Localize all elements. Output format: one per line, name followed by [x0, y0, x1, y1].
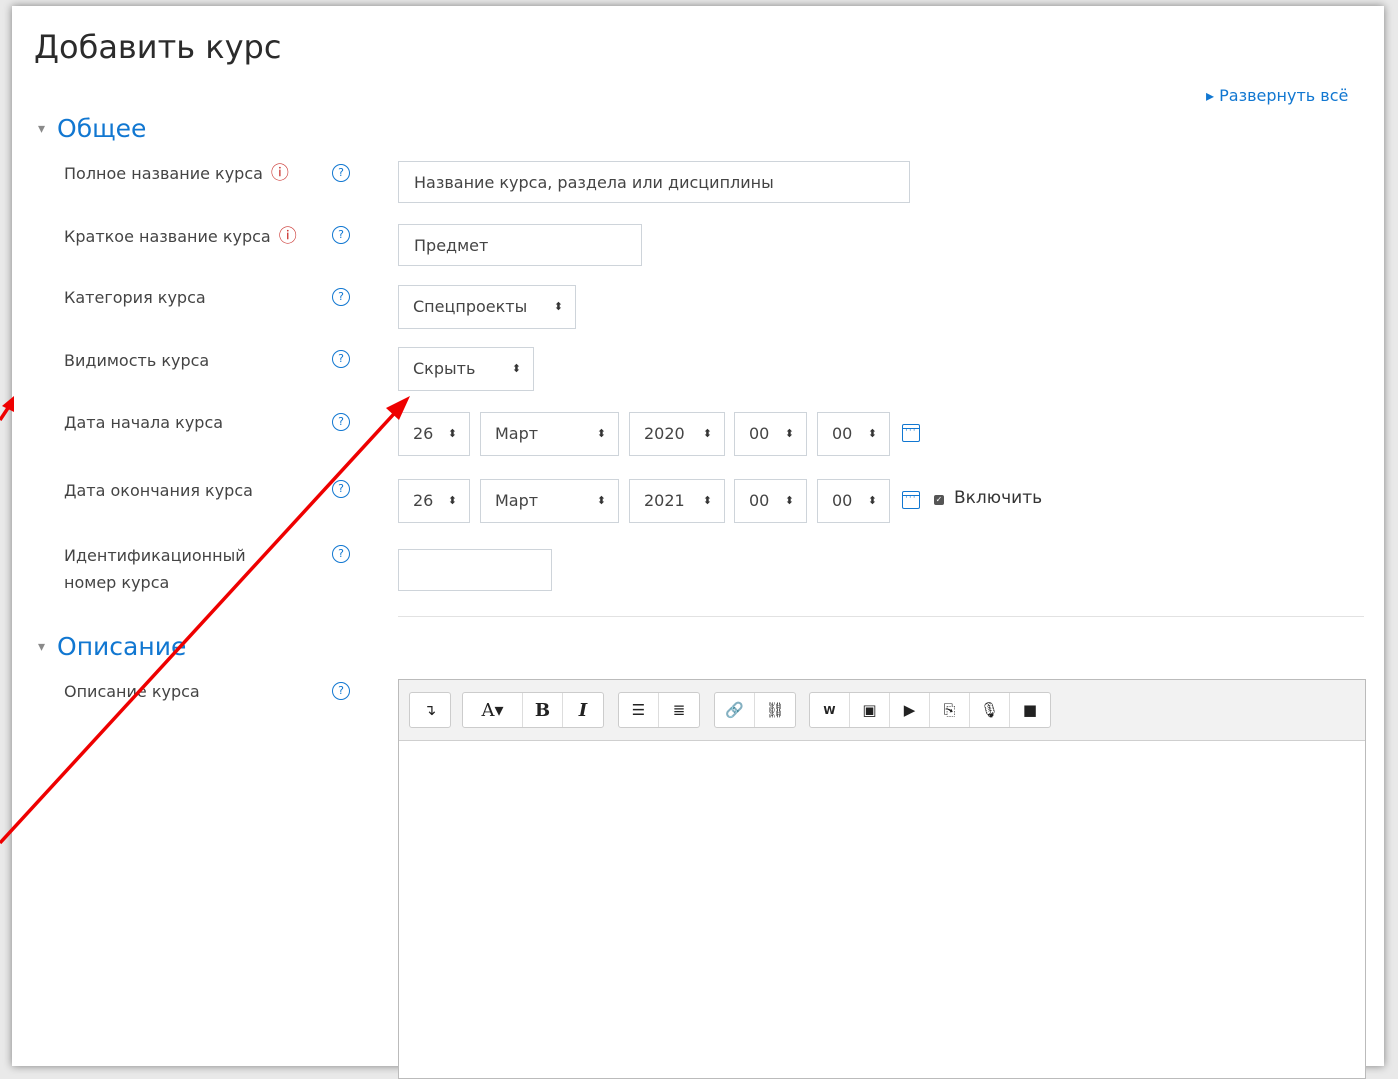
- enddate-hour-value: 00: [749, 491, 770, 510]
- section-description-title: Описание: [57, 632, 187, 661]
- help-icon[interactable]: ?: [332, 480, 350, 498]
- idnumber-label-line2: номер курса: [64, 573, 170, 592]
- enddate-enable-checkbox[interactable]: ✓: [934, 495, 944, 505]
- font-style-button[interactable]: A▾: [463, 693, 523, 727]
- record-audio-icon[interactable]: 🎙: [970, 693, 1010, 727]
- bold-button[interactable]: B: [523, 693, 563, 727]
- startdate-label: Дата начала курса: [64, 413, 224, 432]
- fullname-label-text: Полное название курса: [64, 164, 263, 183]
- startdate-year-value: 2020: [644, 424, 685, 443]
- startdate-month-value: Март: [495, 424, 539, 443]
- category-select-value: Спецпроекты: [413, 297, 528, 316]
- help-icon[interactable]: ?: [332, 350, 350, 368]
- fullname-label: Полное название курса ⓘ: [64, 160, 289, 187]
- startdate-year-select[interactable]: 2020 ⬍: [629, 412, 725, 456]
- startdate-minute-value: 00: [832, 424, 853, 443]
- startdate-minute-select[interactable]: 00 ⬍: [817, 412, 890, 456]
- enddate-minute-value: 00: [832, 491, 853, 510]
- section-description-header[interactable]: ▾ Описание: [38, 632, 186, 661]
- collapse-toolbar-button[interactable]: ↴: [410, 693, 450, 727]
- section-general-header[interactable]: ▾ Общее: [38, 114, 146, 143]
- enddate-day-value: 26: [413, 491, 434, 510]
- select-arrow-icon: ⬍: [784, 494, 794, 507]
- help-icon[interactable]: ?: [332, 682, 350, 700]
- calendar-icon[interactable]: [902, 424, 920, 442]
- section-general-title: Общее: [57, 114, 147, 143]
- category-select[interactable]: Спецпроекты ⬍: [398, 285, 576, 329]
- unlink-button[interactable]: ⛓: [755, 693, 795, 727]
- image-icon[interactable]: ▣: [850, 693, 890, 727]
- select-arrow-icon: ⬍: [596, 494, 606, 507]
- help-icon[interactable]: ?: [332, 164, 350, 182]
- enddate-year-value: 2021: [644, 491, 685, 510]
- help-icon[interactable]: ?: [332, 545, 350, 563]
- select-arrow-icon: ⬍: [447, 494, 457, 507]
- shortname-input[interactable]: Предмет: [398, 224, 642, 266]
- select-arrow-icon: ⬍: [511, 362, 521, 375]
- startdate-hour-value: 00: [749, 424, 770, 443]
- select-arrow-icon: ⬍: [867, 427, 877, 440]
- shortname-label: Краткое название курса ⓘ: [64, 223, 297, 250]
- shortname-label-text: Краткое название курса: [64, 227, 271, 246]
- summary-label: Описание курса: [64, 682, 200, 701]
- enddate-hour-select[interactable]: 00 ⬍: [734, 479, 807, 523]
- visibility-select-value: Скрыть: [413, 359, 476, 378]
- enddate-label: Дата окончания курса: [64, 481, 253, 500]
- word-paste-icon[interactable]: W: [810, 693, 850, 727]
- enddate-year-select[interactable]: 2021 ⬍: [629, 479, 725, 523]
- select-arrow-icon: ⬍: [702, 427, 712, 440]
- select-arrow-icon: ⬍: [702, 494, 712, 507]
- startdate-month-select[interactable]: Март ⬍: [480, 412, 619, 456]
- startdate-day-select[interactable]: 26 ⬍: [398, 412, 470, 456]
- enddate-day-select[interactable]: 26 ⬍: [398, 479, 470, 523]
- category-label: Категория курса: [64, 288, 206, 307]
- help-icon[interactable]: ?: [332, 413, 350, 431]
- help-icon[interactable]: ?: [332, 226, 350, 244]
- enddate-month-value: Март: [495, 491, 539, 510]
- manage-files-icon[interactable]: ⎘: [930, 693, 970, 727]
- expand-all-link[interactable]: ▸ Развернуть всё: [1206, 86, 1348, 105]
- toolbar-group-links: 🔗 ⛓: [714, 692, 796, 728]
- required-icon: ⓘ: [270, 163, 289, 184]
- idnumber-input[interactable]: [398, 549, 552, 591]
- enddate-enable-label: Включить: [954, 488, 1043, 508]
- ordered-list-button[interactable]: ≣: [659, 693, 699, 727]
- unordered-list-button[interactable]: ☰: [619, 693, 659, 727]
- visibility-select[interactable]: Скрыть ⬍: [398, 347, 534, 391]
- page-title: Добавить курс: [34, 28, 282, 66]
- toolbar-group-collapse: ↴: [409, 692, 451, 728]
- course-form-panel: Добавить курс ▸ Развернуть всё ▾ Общее По…: [12, 6, 1384, 1079]
- enddate-minute-select[interactable]: 00 ⬍: [817, 479, 890, 523]
- visibility-label: Видимость курса: [64, 351, 210, 370]
- toolbar-group-lists: ☰ ≣: [618, 692, 700, 728]
- select-arrow-icon: ⬍: [553, 300, 563, 313]
- link-button[interactable]: 🔗: [715, 693, 755, 727]
- select-arrow-icon: ⬍: [596, 427, 606, 440]
- media-icon[interactable]: ▶: [890, 693, 930, 727]
- startdate-day-value: 26: [413, 424, 434, 443]
- annotation-arrow-short: [0, 404, 12, 421]
- select-arrow-icon: ⬍: [784, 427, 794, 440]
- collapse-toggle-icon: ▾: [38, 121, 46, 137]
- help-icon[interactable]: ?: [332, 288, 350, 306]
- required-icon: ⓘ: [278, 226, 297, 247]
- enddate-month-select[interactable]: Март ⬍: [480, 479, 619, 523]
- editor-toolbar: ↴ A▾ B I ☰ ≣ 🔗 ⛓ W ▣ ▶ ⎘ 🎙 ■: [399, 680, 1365, 741]
- collapse-toggle-icon: ▾: [38, 639, 46, 655]
- fullname-input[interactable]: Название курса, раздела или дисциплины: [398, 161, 910, 203]
- idnumber-label: Идентификационный номер курса: [64, 542, 246, 596]
- calendar-icon[interactable]: [902, 491, 920, 509]
- description-editor: ↴ A▾ B I ☰ ≣ 🔗 ⛓ W ▣ ▶ ⎘ 🎙 ■: [398, 679, 1366, 1079]
- italic-button[interactable]: I: [563, 693, 603, 727]
- toolbar-group-style: A▾ B I: [462, 692, 604, 728]
- toolbar-group-insert: W ▣ ▶ ⎘ 🎙 ■: [809, 692, 1051, 728]
- select-arrow-icon: ⬍: [867, 494, 877, 507]
- startdate-hour-select[interactable]: 00 ⬍: [734, 412, 807, 456]
- section-divider: [398, 616, 1364, 617]
- idnumber-label-line1: Идентификационный: [64, 546, 246, 565]
- select-arrow-icon: ⬍: [447, 427, 457, 440]
- record-video-icon[interactable]: ■: [1010, 693, 1050, 727]
